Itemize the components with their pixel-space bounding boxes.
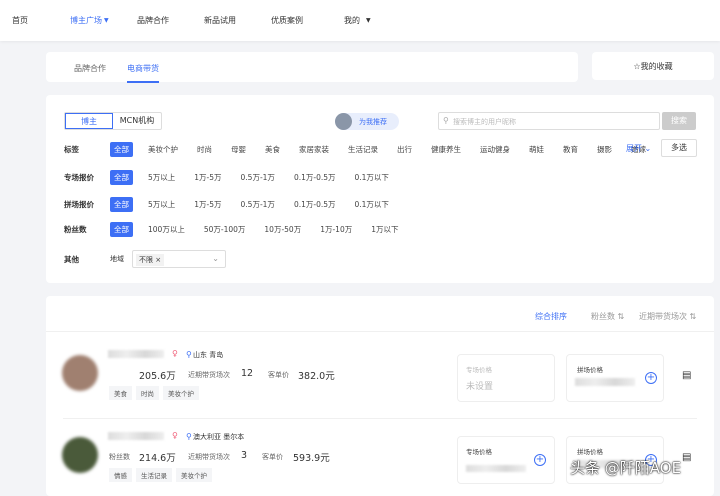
tag: 情感 (109, 468, 132, 482)
filter-option[interactable]: 50万-100万 (200, 222, 250, 237)
filter-option[interactable]: 全部 (110, 197, 133, 212)
chevron-down-icon: ▼ (366, 17, 371, 24)
filter-option[interactable]: 家居家装 (295, 142, 333, 157)
tag: 美妆个护 (176, 468, 212, 482)
tag-list: 美食 时尚 美妆个护 (109, 386, 203, 400)
tag-list: 情感 生活记录 美妆个护 (109, 468, 216, 482)
nav-home[interactable]: 首页 (12, 15, 28, 26)
watermark: 头条 @阡陌AOE (570, 459, 682, 477)
search-button[interactable]: 搜索 (662, 112, 696, 130)
message-icon[interactable]: ▤ (682, 452, 691, 463)
filter-option[interactable]: 时尚 (193, 142, 216, 157)
add-icon[interactable]: + (534, 454, 546, 466)
multi-select-button[interactable]: 多选 (661, 139, 697, 157)
special-price-card: 专场价格 + (457, 436, 555, 484)
filter-option[interactable]: 1万-5万 (190, 170, 225, 185)
special-price-card: 专场价格 未设置 (457, 354, 555, 402)
region-chip: 不限 × (136, 254, 165, 266)
nav-brand-coop[interactable]: 品牌合作 (137, 15, 169, 26)
toggle-mcn[interactable]: MCN机构 (113, 113, 161, 129)
tag: 生活记录 (136, 468, 172, 482)
filter-option[interactable]: 1万-10万 (316, 222, 356, 237)
filter-option[interactable]: 萌娃 (525, 142, 548, 157)
favorites-button[interactable]: ☆我的收藏 (592, 52, 714, 80)
filter-option[interactable]: 健康养生 (427, 142, 465, 157)
tab-ecommerce[interactable]: 电商带货 (127, 63, 159, 83)
filter-option[interactable]: 美食 (261, 142, 284, 157)
special-price-row: 专场报价 全部 5万以上 1万-5万 0.5万-1万 0.1万-0.5万 0.1万以下 (64, 170, 404, 185)
star-icon: ☆ (633, 62, 641, 71)
filter-option[interactable]: 0.1万以下 (351, 197, 393, 212)
filter-option[interactable]: 0.5万-1万 (237, 197, 279, 212)
fans-row: 粉丝数 全部 100万以上 50万-100万 10万-50万 1万-10万 1万以下 (64, 222, 414, 237)
filter-option[interactable]: 摄影 (593, 142, 616, 157)
filter-option[interactable]: 10万-50万 (260, 222, 305, 237)
sort-fans[interactable]: 粉丝数 ⇅ (591, 311, 624, 322)
tag-filter-row: 标签 全部 美妆个护 时尚 母婴 美食 家居家装 生活记录 出行 健康养生 运动健身 萌娃 教育 摄影婚… (64, 142, 661, 157)
avatar (335, 113, 352, 130)
tab-bar: 品牌合作 电商带货 (46, 52, 578, 83)
toggle-creator[interactable]: 博主 (65, 113, 113, 129)
add-icon[interactable]: + (645, 372, 657, 384)
sort-comprehensive[interactable]: 综合排序 (535, 311, 567, 322)
chevron-down-icon: ▼ (104, 17, 109, 24)
message-icon[interactable]: ▤ (682, 370, 691, 381)
tag: 美妆个护 (163, 386, 199, 400)
type-toggle: 博主 MCN机构 (64, 112, 162, 130)
region-select[interactable]: 不限 × ⌄ (132, 250, 226, 268)
gender-icon: ♀ (172, 431, 178, 440)
avatar[interactable] (62, 437, 98, 473)
expand-button[interactable]: 展开 ⌄ (626, 143, 651, 154)
top-nav: 首页 博主广场 ▼ 品牌合作 新品试用 优质案例 我的 ▼ (0, 0, 720, 41)
location-icon: ⚲ (186, 432, 192, 441)
other-row: 其他 地域 不限 × ⌄ (64, 250, 226, 268)
filter-option[interactable]: 全部 (110, 170, 133, 185)
nav-new-trial[interactable]: 新品试用 (204, 15, 236, 26)
filter-option[interactable]: 0.5万-1万 (237, 170, 279, 185)
location-icon: ⚲ (186, 350, 192, 359)
creator-name[interactable] (108, 432, 164, 440)
group-price-card: 拼场价格 + (566, 354, 664, 402)
filter-option[interactable]: 生活记录 (344, 142, 382, 157)
recommend-button[interactable]: 为我推荐 (335, 113, 399, 130)
nav-creator-square[interactable]: 博主广场 (70, 15, 102, 26)
filter-option[interactable]: 运动健身 (476, 142, 514, 157)
filter-option[interactable]: 0.1万-0.5万 (290, 170, 340, 185)
creator-name[interactable] (108, 350, 164, 358)
filter-option[interactable]: 0.1万-0.5万 (290, 197, 340, 212)
filter-option[interactable]: 全部 (110, 142, 133, 157)
nav-cases[interactable]: 优质案例 (271, 15, 303, 26)
group-price-row: 拼场报价 全部 5万以上 1万-5万 0.5万-1万 0.1万-0.5万 0.1万以下 (64, 197, 404, 212)
sort-sessions[interactable]: 近期带货场次 ⇅ (639, 311, 696, 322)
filter-option[interactable]: 美妆个护 (144, 142, 182, 157)
filter-option[interactable]: 5万以上 (144, 197, 179, 212)
tab-brand-coop[interactable]: 品牌合作 (74, 63, 106, 74)
search-input[interactable]: ⚲ 搜索博主的用户昵称 (438, 112, 660, 130)
nav-mine[interactable]: 我的 (344, 15, 360, 26)
gender-icon: ♀ (172, 349, 178, 358)
filter-option[interactable]: 1万-5万 (190, 197, 225, 212)
filter-option[interactable]: 全部 (110, 222, 133, 237)
tag: 时尚 (136, 386, 159, 400)
tag: 美食 (109, 386, 132, 400)
chevron-down-icon: ⌄ (212, 254, 219, 263)
filter-option[interactable]: 0.1万以下 (351, 170, 393, 185)
filter-option[interactable]: 100万以上 (144, 222, 189, 237)
filter-option[interactable]: 出行 (393, 142, 416, 157)
avatar[interactable] (62, 355, 98, 391)
filter-option[interactable]: 5万以上 (144, 170, 179, 185)
search-icon: ⚲ (443, 116, 449, 125)
filter-option[interactable]: 母婴 (227, 142, 250, 157)
filter-option[interactable]: 1万以下 (367, 222, 402, 237)
filter-option[interactable]: 教育 (559, 142, 582, 157)
